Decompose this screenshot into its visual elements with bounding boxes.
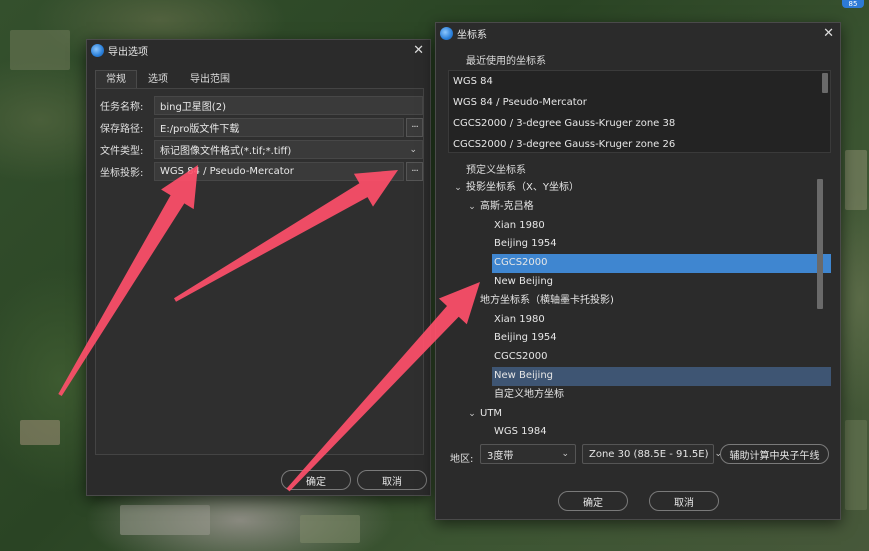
export-options-dialog: 导出选项 ✕ 常规 选项 导出范围 任务名称: bing卫星图(2) 保存路径:… bbox=[86, 39, 431, 496]
tree-node-label: WGS 1984 bbox=[494, 426, 547, 438]
task-name-label: 任务名称: bbox=[100, 102, 144, 113]
chevron-down-icon[interactable]: ⌄ bbox=[466, 198, 478, 217]
tree-scroll-thumb[interactable] bbox=[817, 179, 823, 309]
file-type-row: 文件类型: 标记图像文件格式(*.tif;*.tiff) ⌄ bbox=[100, 140, 423, 159]
tree-node[interactable]: New Beijing bbox=[492, 366, 831, 386]
export-cancel-button[interactable]: 取消 bbox=[357, 470, 427, 490]
predefined-tree: ⌄ 投影坐标系（X、Y坐标） ⌄ 高斯-克吕格 Xian 1980 Beijing 195… bbox=[452, 179, 831, 439]
coord-dialog-titlebar[interactable]: 坐标系 ✕ bbox=[436, 23, 840, 43]
export-dialog-title: 导出选项 bbox=[108, 46, 148, 58]
chevron-down-icon[interactable]: ⌄ bbox=[466, 405, 478, 424]
tree-node[interactable]: New Beijing bbox=[452, 273, 831, 292]
calc-central-meridian-button[interactable]: 辅助计算中央子午线 bbox=[720, 444, 829, 464]
tree-node[interactable]: WGS 1984 bbox=[452, 423, 831, 439]
file-type-label: 文件类型: bbox=[100, 146, 144, 157]
tree-node[interactable]: 自定义地方坐标 bbox=[452, 386, 831, 405]
chevron-down-icon: ⌄ bbox=[561, 449, 569, 459]
tree-node-label: 高斯-克吕格 bbox=[480, 200, 534, 212]
export-tabs: 常规 选项 导出范围 bbox=[95, 70, 430, 88]
export-dialog-titlebar[interactable]: 导出选项 ✕ bbox=[87, 40, 430, 60]
region-label: 地区: bbox=[450, 454, 474, 465]
tree-node-label: 投影坐标系（X、Y坐标） bbox=[466, 182, 579, 193]
chevron-down-icon[interactable]: ⌄ bbox=[452, 179, 464, 198]
notification-badge[interactable]: 85 bbox=[842, 0, 864, 8]
band-value: 3度带 bbox=[487, 450, 514, 462]
projection-label: 坐标投影: bbox=[100, 168, 144, 179]
tree-node-label: Beijing 1954 bbox=[494, 332, 557, 344]
recent-item[interactable]: CGCS2000 / 3-degree Gauss-Kruger zone 26 bbox=[449, 134, 830, 152]
coordinate-system-dialog: 坐标系 ✕ 最近使用的坐标系 WGS 84 WGS 84 / Pseudo-Me… bbox=[435, 22, 841, 520]
close-icon[interactable]: ✕ bbox=[413, 44, 424, 57]
save-path-label: 保存路径: bbox=[100, 124, 144, 135]
tree-node-label: CGCS2000 bbox=[494, 351, 548, 363]
tree-node-label: New Beijing bbox=[494, 275, 554, 287]
zone-value: Zone 30 (88.5E - 91.5E) bbox=[589, 448, 709, 460]
recent-section-title: 最近使用的坐标系 bbox=[466, 56, 546, 67]
chevron-down-icon: ⌄ bbox=[409, 144, 417, 155]
tree-node[interactable]: 地方坐标系（横轴墨卡托投影) bbox=[452, 292, 831, 311]
recent-item[interactable]: WGS 84 bbox=[449, 71, 830, 92]
tree-node[interactable]: Beijing 1954 bbox=[452, 329, 831, 348]
choose-projection-button[interactable]: ··· bbox=[406, 162, 423, 181]
tree-node[interactable]: CGCS2000 bbox=[452, 348, 831, 367]
tree-node[interactable]: ⌄ 投影坐标系（X、Y坐标） bbox=[452, 179, 831, 198]
tree-node-label: UTM bbox=[480, 407, 503, 419]
file-type-select[interactable]: 标记图像文件格式(*.tif;*.tiff) ⌄ bbox=[154, 140, 423, 159]
coord-dialog-title: 坐标系 bbox=[457, 29, 487, 41]
close-icon[interactable]: ✕ bbox=[823, 27, 834, 40]
tab-general[interactable]: 常规 bbox=[95, 70, 137, 88]
tree-node-label: 自定义地方坐标 bbox=[494, 388, 564, 400]
task-name-row: 任务名称: bing卫星图(2) bbox=[100, 96, 423, 115]
recent-item[interactable]: WGS 84 / Pseudo-Mercator bbox=[449, 92, 830, 113]
tree-node[interactable]: ⌄ 高斯-克吕格 bbox=[452, 198, 831, 217]
app-logo-icon bbox=[440, 26, 453, 40]
save-path-row: 保存路径: E:/pro版文件下载 ··· bbox=[100, 118, 423, 137]
tree-node-label: 地方坐标系（横轴墨卡托投影) bbox=[480, 294, 614, 306]
tree-node-label: New Beijing bbox=[494, 369, 554, 381]
predefined-tree-panel: ⌄ 投影坐标系（X、Y坐标） ⌄ 高斯-克吕格 Xian 1980 Beijing 195… bbox=[448, 163, 831, 439]
file-type-value: 标记图像文件格式(*.tif;*.tiff) bbox=[160, 146, 292, 157]
projection-input[interactable]: WGS 84 / Pseudo-Mercator bbox=[154, 162, 404, 181]
app-logo-icon bbox=[91, 43, 104, 57]
save-path-input[interactable]: E:/pro版文件下载 bbox=[154, 118, 404, 137]
coord-cancel-button[interactable]: 取消 bbox=[649, 491, 719, 511]
recent-scrollbar[interactable] bbox=[822, 73, 828, 151]
task-name-input[interactable]: bing卫星图(2) bbox=[154, 96, 423, 115]
export-ok-button[interactable]: 确定 bbox=[281, 470, 351, 490]
band-select[interactable]: 3度带 ⌄ bbox=[480, 444, 576, 464]
tree-scrollbar[interactable] bbox=[817, 179, 823, 437]
zone-select[interactable]: Zone 30 (88.5E - 91.5E) ⌄ bbox=[582, 444, 722, 464]
tab-export-range[interactable]: 导出范围 bbox=[179, 70, 241, 88]
tree-node[interactable]: Xian 1980 bbox=[452, 217, 831, 236]
tree-node[interactable]: Xian 1980 bbox=[452, 311, 831, 330]
coord-ok-button[interactable]: 确定 bbox=[558, 491, 628, 511]
tree-node[interactable]: Beijing 1954 bbox=[452, 235, 831, 254]
recent-list: WGS 84 WGS 84 / Pseudo-Mercator CGCS2000… bbox=[448, 70, 831, 153]
browse-path-button[interactable]: ··· bbox=[406, 118, 423, 137]
tree-node-label: Beijing 1954 bbox=[494, 238, 557, 250]
tree-node-label: CGCS2000 bbox=[494, 257, 548, 269]
recent-item[interactable]: CGCS2000 / 3-degree Gauss-Kruger zone 38 bbox=[449, 113, 830, 134]
recent-scroll-thumb[interactable] bbox=[822, 73, 828, 93]
general-tab-panel: 任务名称: bing卫星图(2) 保存路径: E:/pro版文件下载 ··· 文… bbox=[95, 88, 424, 455]
tree-node-label: Xian 1980 bbox=[494, 219, 545, 231]
tree-node[interactable]: ⌄ UTM bbox=[452, 405, 831, 424]
projection-row: 坐标投影: WGS 84 / Pseudo-Mercator ··· bbox=[100, 162, 423, 181]
tree-node-label: Xian 1980 bbox=[494, 313, 545, 325]
tree-node[interactable]: CGCS2000 bbox=[492, 254, 831, 273]
tab-options[interactable]: 选项 bbox=[137, 70, 179, 88]
